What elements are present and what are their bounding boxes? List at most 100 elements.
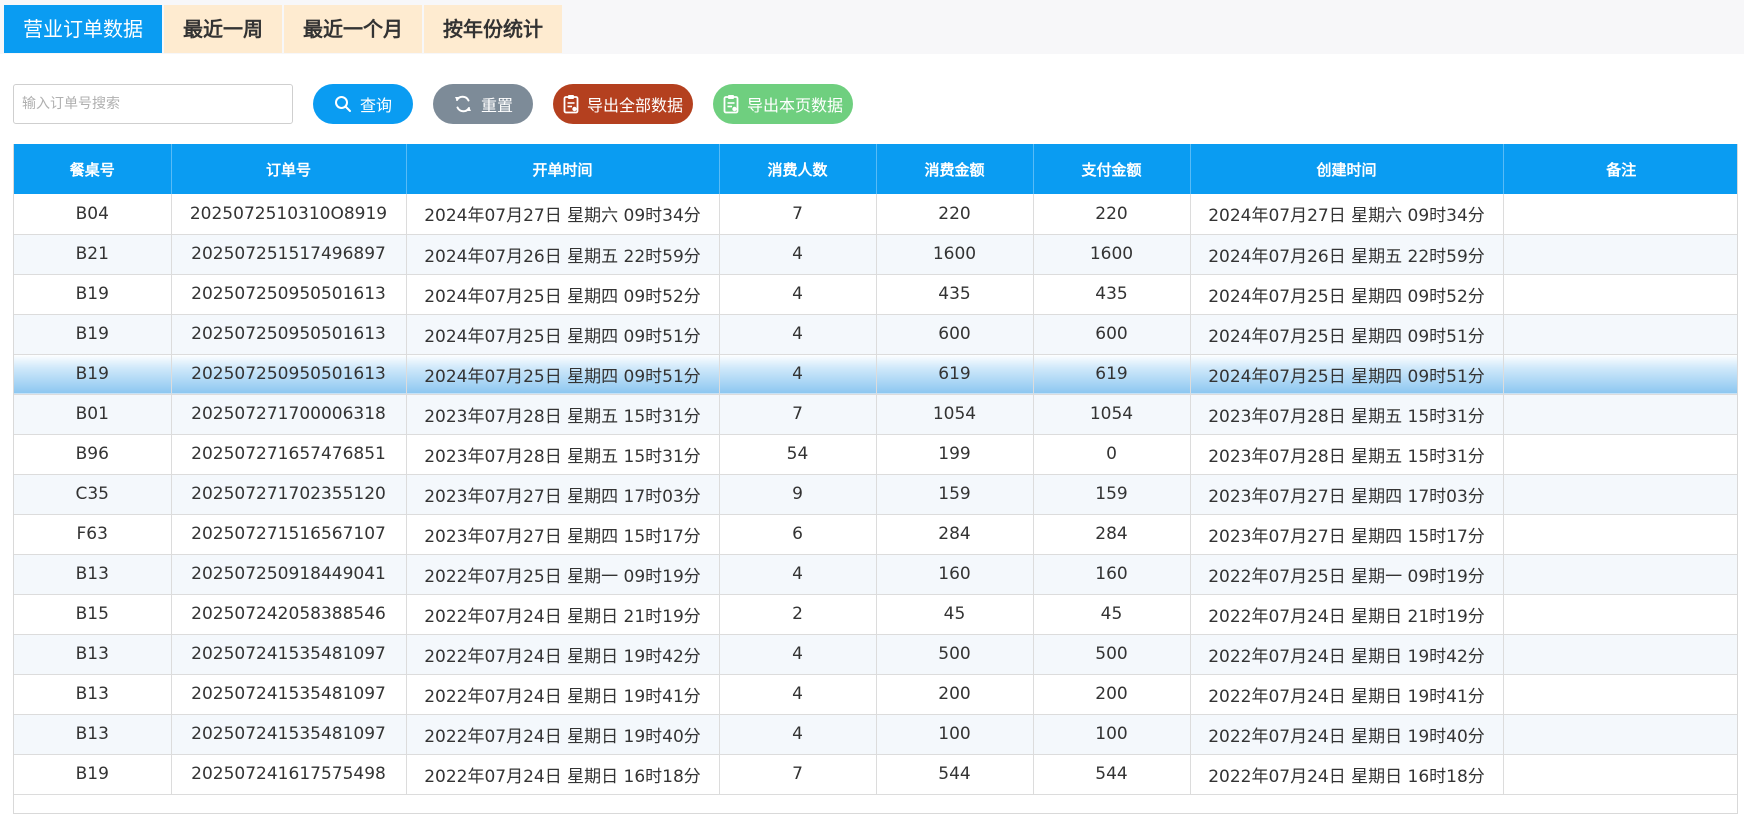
cell-guests: 7 [719, 754, 877, 795]
col-paid-amount[interactable]: 支付金额 [1033, 144, 1191, 194]
col-table-number[interactable]: 餐桌号 [14, 144, 172, 194]
table-row[interactable]: B13 202507241535481097 2022年07月24日 星期日 19时… [14, 714, 1737, 755]
cell-remark [1503, 674, 1737, 715]
col-create-time[interactable]: 创建时间 [1190, 144, 1504, 194]
cell-order-number: 202507241535481097 [171, 674, 407, 715]
cell-create-time: 2022年07月24日 星期日 16时18分 [1190, 754, 1504, 795]
cell-create-time: 2024年07月25日 星期四 09时52分 [1190, 274, 1504, 315]
cell-create-time: 2024年07月26日 星期五 22时59分 [1190, 234, 1504, 275]
table-row[interactable]: B04 2025072510310O8919 2024年07月27日 星期六 09时… [14, 194, 1737, 235]
cell-amount: 544 [876, 754, 1034, 795]
table-row[interactable]: B19 202507250950501613 2024年07月25日 星期四 09时… [14, 354, 1737, 395]
tab-last-week[interactable]: 最近一周 [164, 5, 282, 53]
table-row[interactable]: B19 202507241617575498 2022年07月24日 星期日 16时… [14, 754, 1737, 795]
table-row[interactable]: B19 202507250950501613 2024年07月25日 星期四 09时… [14, 314, 1737, 355]
cell-guests: 4 [719, 274, 877, 315]
cell-open-time: 2022年07月24日 星期日 21时19分 [406, 594, 720, 635]
cell-open-time: 2023年07月28日 星期五 15时31分 [406, 394, 720, 435]
export-all-button[interactable]: 导出全部数据 [553, 84, 693, 124]
col-remark[interactable]: 备注 [1503, 144, 1737, 194]
cell-amount: 100 [876, 714, 1034, 755]
cell-order-number: 202507250950501613 [171, 274, 407, 315]
cell-open-time: 2022年07月24日 星期日 19时40分 [406, 714, 720, 755]
cell-guests: 7 [719, 394, 877, 435]
cell-order-number: 202507241617575498 [171, 754, 407, 795]
cell-create-time: 2023年07月27日 星期四 15时17分 [1190, 514, 1504, 555]
cell-paid-amount: 600 [1033, 314, 1191, 355]
col-guests[interactable]: 消费人数 [719, 144, 877, 194]
table-row[interactable]: B13 202507241535481097 2022年07月24日 星期日 19时… [14, 674, 1737, 715]
table-row[interactable]: B96 202507271657476851 2023年07月28日 星期五 15时… [14, 434, 1737, 475]
table-row[interactable]: C35 202507271702355120 2023年07月27日 星期四 17时… [14, 474, 1737, 515]
cell-guests: 54 [719, 434, 877, 475]
cell-create-time: 2022年07月25日 星期一 09时19分 [1190, 554, 1504, 595]
cell-table-number: B19 [14, 754, 172, 795]
cell-remark [1503, 194, 1737, 235]
cell-order-number: 202507250950501613 [171, 314, 407, 355]
table-row[interactable]: B19 202507250950501613 2024年07月25日 星期四 09时… [14, 274, 1737, 315]
cell-guests: 4 [719, 354, 877, 395]
cell-table-number: B13 [14, 714, 172, 755]
cell-open-time: 2024年07月27日 星期六 09时34分 [406, 194, 720, 235]
tab-order-data[interactable]: 营业订单数据 [4, 5, 162, 53]
reset-button[interactable]: 重置 [433, 84, 533, 124]
export-page-button[interactable]: 导出本页数据 [713, 84, 853, 124]
tab-by-year[interactable]: 按年份统计 [424, 5, 562, 53]
cell-amount: 1600 [876, 234, 1034, 275]
cell-open-time: 2022年07月25日 星期一 09时19分 [406, 554, 720, 595]
clipboard-icon [563, 94, 579, 114]
cell-table-number: B19 [14, 354, 172, 395]
cell-remark [1503, 274, 1737, 315]
cell-open-time: 2022年07月24日 星期日 16时18分 [406, 754, 720, 795]
cell-order-number: 202507271657476851 [171, 434, 407, 475]
cell-open-time: 2023年07月27日 星期四 15时17分 [406, 514, 720, 555]
cell-table-number: F63 [14, 514, 172, 555]
cell-paid-amount: 544 [1033, 754, 1191, 795]
cell-order-number: 202507271516567107 [171, 514, 407, 555]
cell-guests: 2 [719, 594, 877, 635]
cell-amount: 435 [876, 274, 1034, 315]
table-row[interactable]: B01 202507271700006318 2023年07月28日 星期五 15时… [14, 394, 1737, 435]
table-row[interactable]: B21 202507251517496897 2024年07月26日 星期五 22时… [14, 234, 1737, 275]
cell-amount: 284 [876, 514, 1034, 555]
query-button[interactable]: 查询 [313, 84, 413, 124]
cell-guests: 9 [719, 474, 877, 515]
cell-order-number: 202507242058388546 [171, 594, 407, 635]
cell-remark [1503, 594, 1737, 635]
cell-amount: 199 [876, 434, 1034, 475]
cell-paid-amount: 1054 [1033, 394, 1191, 435]
cell-table-number: B04 [14, 194, 172, 235]
cell-remark [1503, 434, 1737, 475]
cell-paid-amount: 45 [1033, 594, 1191, 635]
cell-amount: 200 [876, 674, 1034, 715]
table-row[interactable]: B15 202507242058388546 2022年07月24日 星期日 21时… [14, 594, 1737, 635]
cell-amount: 45 [876, 594, 1034, 635]
col-open-time[interactable]: 开单时间 [406, 144, 720, 194]
cell-remark [1503, 554, 1737, 595]
table-header-row: 餐桌号 订单号 开单时间 消费人数 消费金额 支付金额 创建时间 备注 [14, 144, 1737, 194]
cell-table-number: B01 [14, 394, 172, 435]
tab-last-month[interactable]: 最近一个月 [284, 5, 422, 53]
cell-amount: 619 [876, 354, 1034, 395]
cell-guests: 4 [719, 314, 877, 355]
cell-table-number: B19 [14, 274, 172, 315]
cell-open-time: 2024年07月25日 星期四 09时52分 [406, 274, 720, 315]
cell-open-time: 2022年07月24日 星期日 19时41分 [406, 674, 720, 715]
cell-order-number: 202507271700006318 [171, 394, 407, 435]
cell-paid-amount: 500 [1033, 634, 1191, 675]
table-row[interactable]: F63 202507271516567107 2023年07月27日 星期四 15时… [14, 514, 1737, 555]
cell-open-time: 2024年07月26日 星期五 22时59分 [406, 234, 720, 275]
col-amount[interactable]: 消费金额 [876, 144, 1034, 194]
search-icon [334, 95, 352, 113]
table-row[interactable]: B13 202507250918449041 2022年07月25日 星期一 09时… [14, 554, 1737, 595]
cell-order-number: 202507241535481097 [171, 714, 407, 755]
cell-open-time: 2022年07月24日 星期日 19时42分 [406, 634, 720, 675]
table-row[interactable]: B13 202507241535481097 2022年07月24日 星期日 19时… [14, 634, 1737, 675]
table-body: B04 2025072510310O8919 2024年07月27日 星期六 09时… [14, 194, 1737, 795]
cell-remark [1503, 514, 1737, 555]
order-search-input[interactable] [13, 84, 293, 124]
cell-guests: 4 [719, 674, 877, 715]
reset-button-label: 重置 [480, 96, 513, 115]
cell-paid-amount: 435 [1033, 274, 1191, 315]
col-order-number[interactable]: 订单号 [171, 144, 407, 194]
